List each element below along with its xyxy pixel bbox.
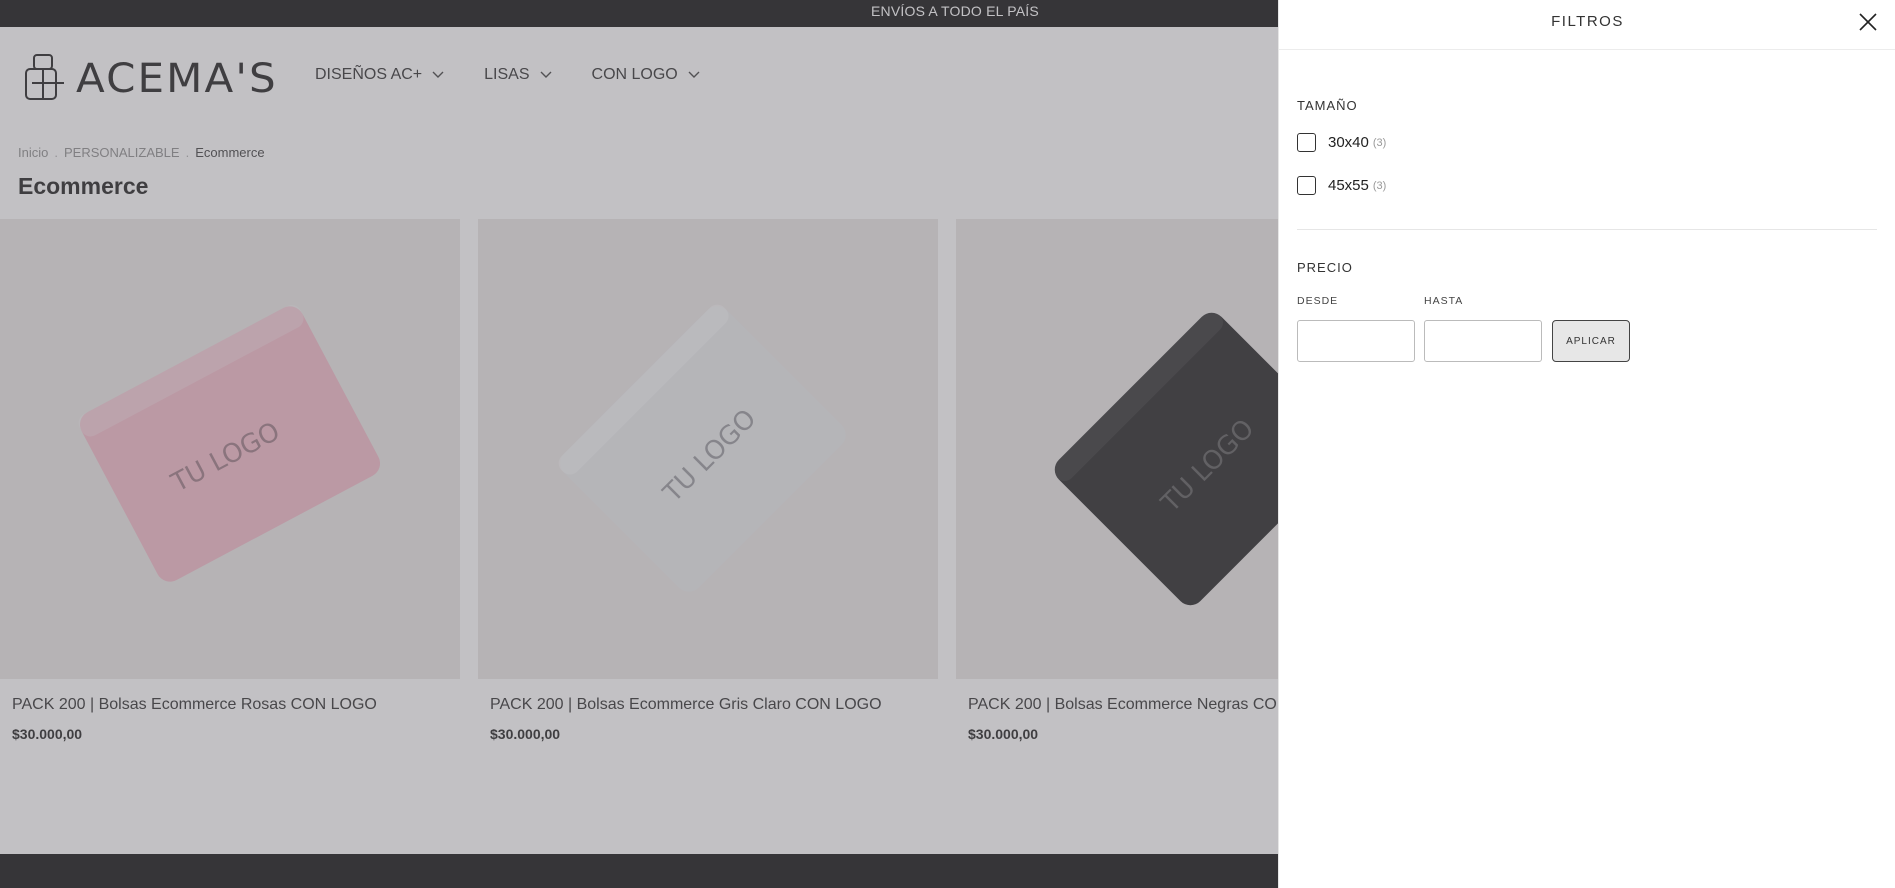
- apply-price-button[interactable]: APLICAR: [1552, 320, 1630, 362]
- size-option-count: (3): [1372, 179, 1387, 192]
- size-option-label: 45x55: [1328, 177, 1369, 194]
- price-from-label: DESDE: [1297, 295, 1339, 307]
- size-option-count: (3): [1372, 136, 1387, 149]
- price-to-input[interactable]: [1424, 320, 1542, 362]
- close-icon[interactable]: [1857, 11, 1879, 33]
- filter-drawer-title: FILTROS: [1551, 13, 1624, 30]
- size-option-45x55[interactable]: 45x55 (3): [1297, 176, 1386, 195]
- checkbox[interactable]: [1297, 176, 1316, 195]
- filter-drawer-header: FILTROS: [1279, 0, 1895, 50]
- price-to-label: HASTA: [1424, 295, 1464, 307]
- divider: [1297, 229, 1877, 230]
- price-from-input[interactable]: [1297, 320, 1415, 362]
- price-filter-label: PRECIO: [1297, 260, 1353, 275]
- size-option-label: 30x40: [1328, 134, 1369, 151]
- size-option-30x40[interactable]: 30x40 (3): [1297, 133, 1386, 152]
- filter-drawer: FILTROS TAMAÑO 30x40 (3) 45x55 (3) PRECI…: [1278, 0, 1895, 888]
- checkbox[interactable]: [1297, 133, 1316, 152]
- size-filter-label: TAMAÑO: [1297, 98, 1358, 113]
- modal-overlay[interactable]: [0, 0, 1278, 888]
